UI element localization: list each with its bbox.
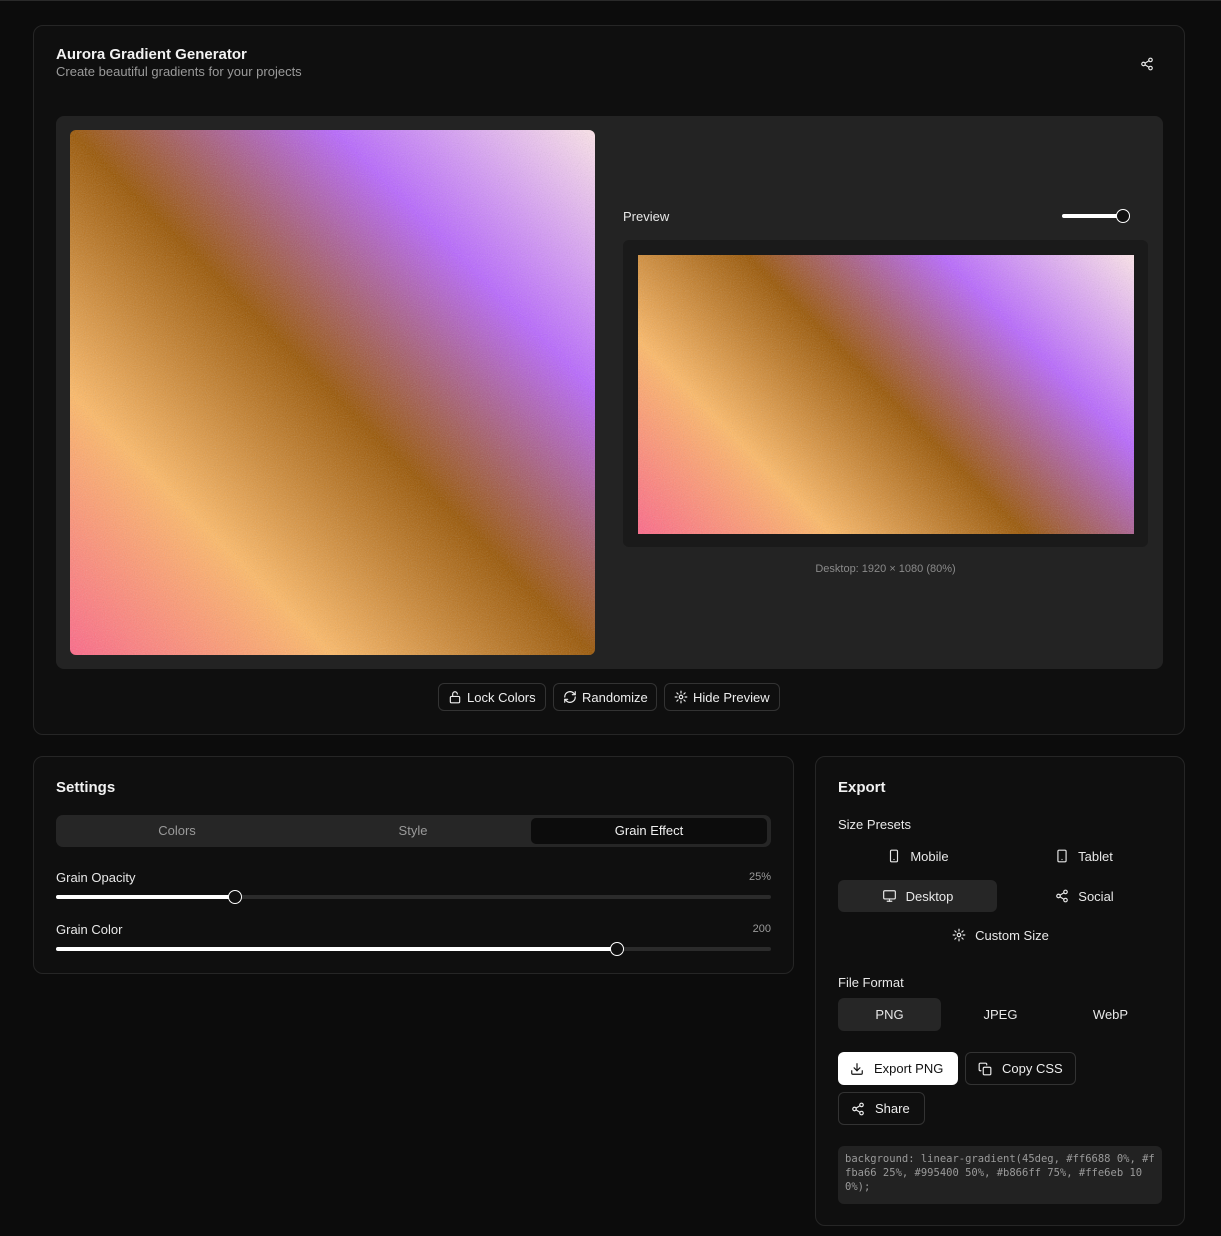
hide-preview-label: Hide Preview <box>693 689 770 705</box>
canvas-panel: Preview Desktop: 1920 × 1080 (80%) <box>56 116 1163 669</box>
slider-fill <box>56 895 235 899</box>
preset-tablet-label: Tablet <box>1078 848 1113 864</box>
generator-card: Aurora Gradient Generator Create beautif… <box>33 25 1185 735</box>
preset-social-label: Social <box>1078 888 1114 904</box>
preset-social[interactable]: Social <box>1005 880 1164 912</box>
file-format-label: File Format <box>838 975 904 990</box>
css-code-output[interactable]: background: linear-gradient(45deg, #ff66… <box>838 1146 1162 1204</box>
preset-desktop-label: Desktop <box>905 888 954 904</box>
refresh-icon <box>564 691 576 703</box>
format-webp[interactable]: WebP <box>1059 998 1162 1031</box>
device-preview-frame <box>623 240 1148 547</box>
tablet-icon <box>1057 849 1067 863</box>
slider-thumb[interactable] <box>609 942 624 956</box>
grain-opacity-value: 25% <box>748 871 771 883</box>
format-jpeg[interactable]: JPEG <box>949 998 1052 1031</box>
randomize-button[interactable]: Randomize <box>553 683 657 711</box>
grain-opacity-label: Grain Opacity <box>56 870 136 885</box>
copy-icon <box>978 1062 992 1075</box>
page-subtitle: Create beautiful gradients for your proj… <box>56 64 302 79</box>
format-png[interactable]: PNG <box>838 998 941 1031</box>
preset-tablet[interactable]: Tablet <box>1017 840 1151 872</box>
gear-icon <box>674 690 688 704</box>
smartphone-icon <box>890 849 899 863</box>
copy-css-label: Copy CSS <box>1002 1061 1063 1076</box>
slider-fill <box>56 947 617 951</box>
gear-icon <box>952 928 966 942</box>
randomize-label: Randomize <box>582 689 648 705</box>
preset-desktop[interactable]: Desktop <box>838 880 997 912</box>
slider-thumb[interactable] <box>227 890 242 904</box>
preview-label: Preview <box>623 209 670 224</box>
lock-colors-button[interactable]: Lock Colors <box>438 683 546 711</box>
settings-tabs: Colors Style Grain Effect <box>56 815 771 847</box>
share-button[interactable]: Share <box>838 1092 925 1125</box>
export-png-button[interactable]: Export PNG <box>838 1052 958 1085</box>
copy-css-button[interactable]: Copy CSS <box>965 1052 1076 1085</box>
tab-colors[interactable]: Colors <box>59 818 295 844</box>
tab-style[interactable]: Style <box>295 818 531 844</box>
grain-opacity-slider[interactable] <box>56 890 771 904</box>
preview-zoom-slider[interactable] <box>1062 209 1130 223</box>
share-icon <box>1056 889 1069 903</box>
tab-grain-effect[interactable]: Grain Effect <box>531 818 767 844</box>
lock-colors-label: Lock Colors <box>467 689 536 705</box>
grain-color-value: 200 <box>752 923 771 935</box>
size-presets-label: Size Presets <box>838 817 911 832</box>
settings-card: Settings Colors Style Grain Effect Grain… <box>33 756 794 974</box>
share-label: Share <box>875 1101 910 1116</box>
grain-color-label: Grain Color <box>56 922 123 937</box>
export-png-label: Export PNG <box>874 1061 944 1076</box>
page-title: Aurora Gradient Generator <box>56 46 247 63</box>
hide-preview-button[interactable]: Hide Preview <box>664 683 780 711</box>
export-card: Export Size Presets Mobile Tablet Deskto… <box>815 756 1185 1226</box>
preset-mobile-label: Mobile <box>910 848 949 864</box>
device-preview-gradient <box>638 255 1134 534</box>
grain-color-slider[interactable] <box>56 942 771 956</box>
download-icon <box>851 1062 863 1075</box>
grain-overlay <box>638 255 1134 534</box>
preset-custom-size-label: Custom Size <box>975 927 1049 943</box>
zoom-thumb[interactable] <box>1116 209 1130 223</box>
preset-mobile[interactable]: Mobile <box>851 840 985 872</box>
zoom-track <box>1062 214 1122 218</box>
share-icon[interactable] <box>1138 55 1156 73</box>
grain-overlay <box>70 130 595 655</box>
export-title: Export <box>838 779 886 796</box>
share-icon <box>852 1102 864 1115</box>
lock-icon <box>449 691 461 704</box>
monitor-icon <box>882 890 896 902</box>
preview-caption: Desktop: 1920 × 1080 (80%) <box>815 563 956 575</box>
gradient-canvas[interactable] <box>70 130 595 655</box>
settings-title: Settings <box>56 779 116 796</box>
preset-custom-size[interactable]: Custom Size <box>921 919 1080 951</box>
